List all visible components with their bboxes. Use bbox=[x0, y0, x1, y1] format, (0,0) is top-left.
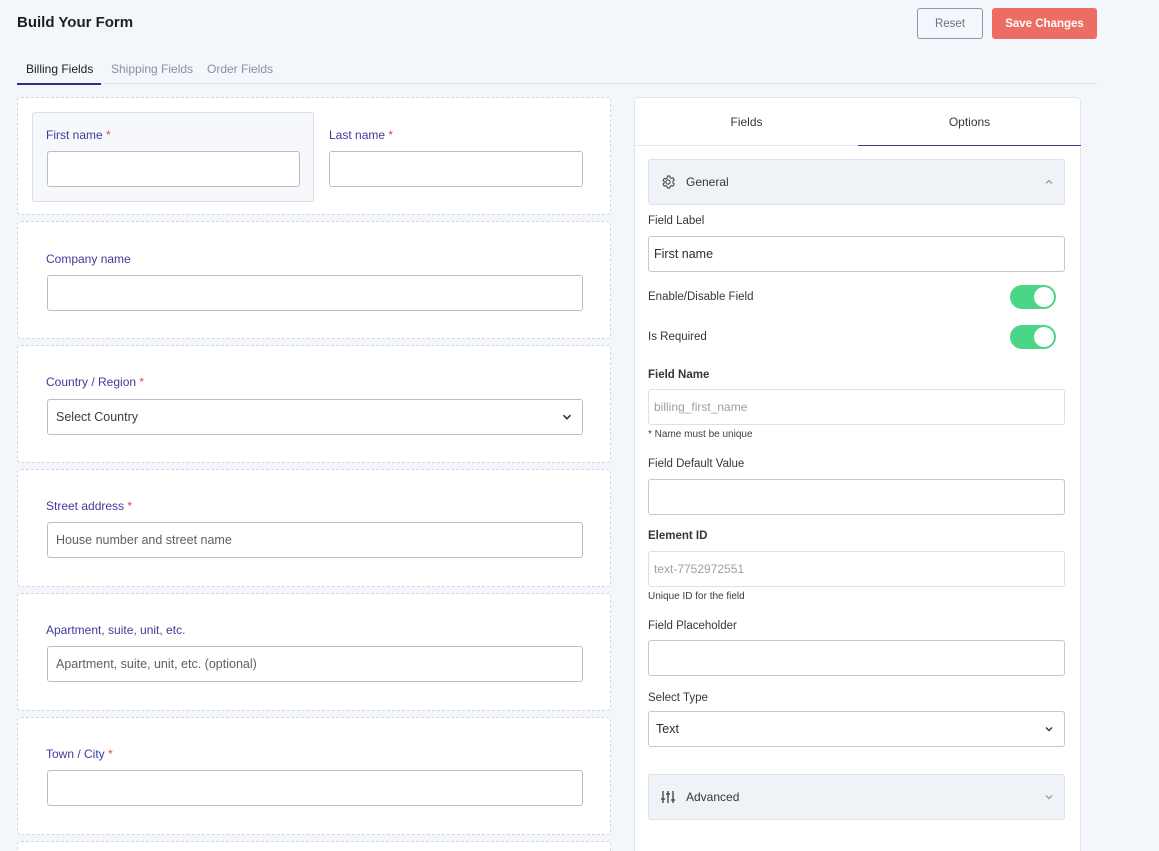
default-value-label: Field Default Value bbox=[648, 458, 745, 470]
field-name-label: Field Name bbox=[648, 369, 710, 381]
gear-icon bbox=[659, 173, 677, 191]
panel-tab-options[interactable]: Options bbox=[858, 98, 1081, 146]
first-name-input[interactable] bbox=[47, 151, 300, 187]
street-address-label: Street address * bbox=[46, 499, 133, 513]
enable-field-toggle[interactable] bbox=[1010, 285, 1056, 309]
element-id-input[interactable]: text-7752972551 bbox=[648, 551, 1065, 587]
street-address-input[interactable]: House number and street name bbox=[47, 522, 583, 558]
city-input[interactable] bbox=[47, 770, 583, 806]
general-accordion-label: General bbox=[686, 175, 729, 189]
tab-order-fields[interactable]: Order Fields bbox=[207, 62, 273, 83]
chevron-down-icon bbox=[1045, 727, 1053, 732]
panel-tab-fields[interactable]: Fields bbox=[635, 98, 858, 146]
field-label-input[interactable]: First name bbox=[648, 236, 1065, 272]
tab-billing-fields[interactable]: Billing Fields bbox=[17, 62, 102, 85]
chevron-down-icon bbox=[562, 414, 572, 420]
last-name-input[interactable] bbox=[329, 151, 583, 187]
country-label: Country / Region * bbox=[46, 375, 145, 389]
chevron-up-icon bbox=[1045, 179, 1053, 184]
element-id-hint: Unique ID for the field bbox=[648, 591, 745, 602]
required-asterisk: * bbox=[139, 375, 145, 389]
field-name-input[interactable]: billing_first_name bbox=[648, 389, 1065, 425]
default-value-input[interactable] bbox=[648, 479, 1065, 515]
reset-button[interactable]: Reset bbox=[917, 8, 983, 39]
country-select[interactable]: Select Country bbox=[47, 399, 583, 435]
company-name-label: Company name bbox=[46, 252, 131, 266]
advanced-accordion-label: Advanced bbox=[686, 790, 740, 804]
required-asterisk: * bbox=[127, 499, 133, 513]
next-field-card[interactable] bbox=[17, 841, 611, 851]
required-asterisk: * bbox=[106, 128, 111, 142]
is-required-toggle[interactable] bbox=[1010, 325, 1056, 349]
field-name-hint: * Name must be unique bbox=[648, 429, 753, 440]
select-type-value: Text bbox=[656, 722, 679, 736]
page-title: Build Your Form bbox=[17, 14, 134, 31]
sliders-icon bbox=[659, 788, 677, 806]
save-changes-button[interactable]: Save Changes bbox=[992, 8, 1097, 39]
country-select-value: Select Country bbox=[56, 410, 138, 424]
first-name-label: First name * bbox=[46, 128, 111, 142]
select-type-label: Select Type bbox=[648, 692, 708, 704]
tab-shipping-fields[interactable]: Shipping Fields bbox=[111, 62, 193, 83]
general-accordion[interactable]: General bbox=[648, 159, 1065, 205]
required-asterisk: * bbox=[108, 747, 113, 761]
field-label-label: Field Label bbox=[648, 215, 705, 227]
toggle-knob bbox=[1034, 287, 1054, 307]
advanced-accordion[interactable]: Advanced bbox=[648, 774, 1065, 820]
required-asterisk: * bbox=[388, 128, 394, 142]
apartment-input[interactable]: Apartment, suite, unit, etc. (optional) bbox=[47, 646, 583, 682]
field-placeholder-input[interactable] bbox=[648, 640, 1065, 676]
form-tabs: Billing Fields Shipping Fields Order Fie… bbox=[17, 55, 1097, 85]
chevron-down-icon bbox=[1045, 795, 1053, 800]
element-id-label: Element ID bbox=[648, 530, 708, 542]
enable-field-label: Enable/Disable Field bbox=[648, 291, 754, 303]
is-required-label: Is Required bbox=[648, 331, 707, 343]
select-type-select[interactable]: Text bbox=[648, 711, 1065, 747]
field-placeholder-label: Field Placeholder bbox=[648, 620, 737, 632]
field-options-panel: Fields Options General Field Label First… bbox=[634, 97, 1081, 851]
city-label: Town / City * bbox=[46, 747, 113, 761]
company-name-input[interactable] bbox=[47, 275, 583, 311]
apartment-label: Apartment, suite, unit, etc. bbox=[46, 623, 186, 637]
toggle-knob bbox=[1034, 327, 1054, 347]
last-name-label: Last name * bbox=[329, 128, 394, 142]
